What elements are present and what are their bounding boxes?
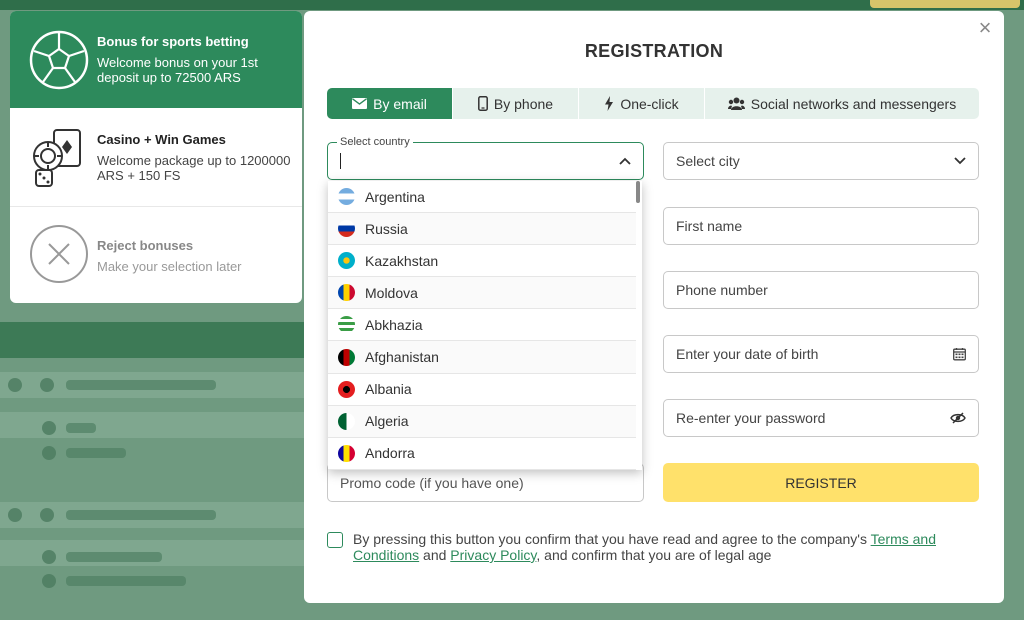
- bonus-description: Welcome package up to 1200000 ARS + 150 …: [97, 153, 291, 183]
- country-option-label: Argentina: [365, 188, 425, 205]
- background-text: [66, 510, 216, 520]
- phone-icon: [477, 96, 488, 111]
- background-gold-button: [870, 0, 1020, 8]
- moldova-flag-icon: [338, 284, 355, 302]
- background-dot: [42, 446, 56, 460]
- tab-by-phone[interactable]: By phone: [453, 88, 579, 119]
- users-icon: [727, 97, 745, 110]
- tab-label: One-click: [620, 95, 679, 112]
- abkhazia-flag-icon: [338, 316, 355, 334]
- country-option-label: Moldova: [365, 284, 418, 301]
- terms-checkbox[interactable]: [327, 532, 343, 548]
- tab-one-click[interactable]: One-click: [579, 88, 705, 119]
- russia-flag-icon: [338, 220, 355, 238]
- background-dot: [40, 508, 54, 522]
- terms-text-after: , and confirm that you are of legal age: [536, 547, 772, 563]
- kazakhstan-flag-icon: [338, 252, 355, 270]
- date-of-birth-input[interactable]: Enter your date of birth: [663, 335, 979, 373]
- bonus-title: Casino + Win Games: [97, 132, 226, 147]
- text-caret: [340, 153, 341, 169]
- background-text: [66, 380, 216, 390]
- terms-text: By pressing this button you confirm that…: [353, 531, 967, 563]
- algeria-flag-icon: [338, 412, 355, 430]
- background-dot: [42, 550, 56, 564]
- promo-code-placeholder: Promo code (if you have one): [340, 474, 524, 491]
- casino-chips-icon: [33, 129, 81, 187]
- first-name-placeholder: First name: [676, 218, 743, 234]
- background-dot: [40, 378, 54, 392]
- bonus-panel: Bonus for sports betting Welcome bonus o…: [10, 11, 302, 303]
- background-text: [66, 576, 186, 586]
- phone-number-input[interactable]: Phone number: [663, 271, 979, 309]
- first-name-input[interactable]: First name: [663, 207, 979, 245]
- city-select[interactable]: Select city: [663, 142, 979, 180]
- tab-label: By email: [373, 95, 427, 112]
- calendar-icon[interactable]: [953, 348, 966, 361]
- register-button[interactable]: REGISTER: [663, 463, 979, 502]
- country-option-afghanistan[interactable]: Afghanistan: [328, 341, 636, 374]
- chevron-down-icon: [954, 157, 966, 165]
- background-dot: [42, 574, 56, 588]
- reenter-password-placeholder: Re-enter your password: [676, 410, 826, 426]
- phone-number-placeholder: Phone number: [676, 282, 768, 298]
- close-icon[interactable]: ×: [974, 17, 996, 39]
- envelope-icon: [352, 98, 368, 109]
- bonus-option-casino[interactable]: Casino + Win Games Welcome package up to…: [10, 108, 302, 207]
- andorra-flag-icon: [338, 444, 355, 462]
- background-dot: [8, 508, 22, 522]
- country-option-label: Afghanistan: [365, 349, 439, 366]
- city-select-placeholder: Select city: [676, 153, 740, 169]
- country-option-label: Algeria: [365, 413, 409, 430]
- country-option-label: Russia: [365, 220, 408, 237]
- reenter-password-input[interactable]: Re-enter your password: [663, 399, 979, 437]
- afghanistan-flag-icon: [338, 348, 355, 366]
- country-option-andorra[interactable]: Andorra: [328, 438, 636, 470]
- country-option-algeria[interactable]: Algeria: [328, 405, 636, 438]
- terms-text-and: and: [419, 547, 451, 563]
- country-option-moldova[interactable]: Moldova: [328, 277, 636, 310]
- bonus-title: Reject bonuses: [97, 238, 194, 253]
- tab-label: By phone: [493, 95, 554, 112]
- albania-flag-icon: [338, 380, 355, 398]
- bonus-title: Bonus for sports betting: [97, 34, 249, 49]
- country-dropdown: Argentina Russia Kazakhstan Moldova Abkh…: [328, 181, 642, 470]
- background-band: [0, 322, 304, 358]
- reject-icon: [30, 225, 88, 283]
- country-option-label: Andorra: [365, 445, 415, 462]
- date-of-birth-placeholder: Enter your date of birth: [676, 346, 819, 362]
- country-select-label: Select country: [337, 135, 413, 149]
- eye-slash-icon[interactable]: [950, 412, 966, 424]
- privacy-policy-link[interactable]: Privacy Policy: [450, 547, 536, 563]
- country-option-label: Kazakhstan: [365, 252, 439, 269]
- country-option-albania[interactable]: Albania: [328, 374, 636, 406]
- tab-by-email[interactable]: By email: [327, 88, 453, 119]
- bonus-option-sports[interactable]: Bonus for sports betting Welcome bonus o…: [10, 11, 302, 108]
- background-text: [66, 552, 162, 562]
- terms-agreement: By pressing this button you confirm that…: [327, 531, 967, 563]
- tab-label: Social networks and messengers: [750, 95, 957, 112]
- country-option-label: Albania: [365, 381, 412, 398]
- background-dot: [8, 378, 22, 392]
- country-option-argentina[interactable]: Argentina: [328, 181, 636, 214]
- bonus-description: Make your selection later: [97, 259, 242, 274]
- dropdown-scrollbar[interactable]: [636, 181, 640, 203]
- bonus-option-reject[interactable]: Reject bonuses Make your selection later: [10, 207, 302, 303]
- chevron-up-icon: [619, 157, 631, 165]
- registration-tabs: By email By phone One-click Social netwo…: [327, 88, 979, 119]
- country-option-kazakhstan[interactable]: Kazakhstan: [328, 245, 636, 278]
- country-option-russia[interactable]: Russia: [328, 213, 636, 246]
- country-select[interactable]: Select country: [327, 135, 644, 180]
- terms-text-before: By pressing this button you confirm that…: [353, 531, 871, 547]
- country-option-abkhazia[interactable]: Abkhazia: [328, 309, 636, 342]
- country-option-label: Abkhazia: [365, 316, 423, 333]
- background-text: [66, 423, 96, 433]
- bonus-description: Welcome bonus on your 1st deposit up to …: [97, 55, 258, 85]
- argentina-flag-icon: [338, 188, 355, 206]
- soccer-ball-icon: [29, 30, 89, 90]
- tab-social-networks[interactable]: Social networks and messengers: [705, 88, 979, 119]
- modal-title: REGISTRATION: [584, 41, 724, 61]
- lightning-icon: [605, 96, 614, 111]
- background-text: [66, 448, 126, 458]
- background-dot: [42, 421, 56, 435]
